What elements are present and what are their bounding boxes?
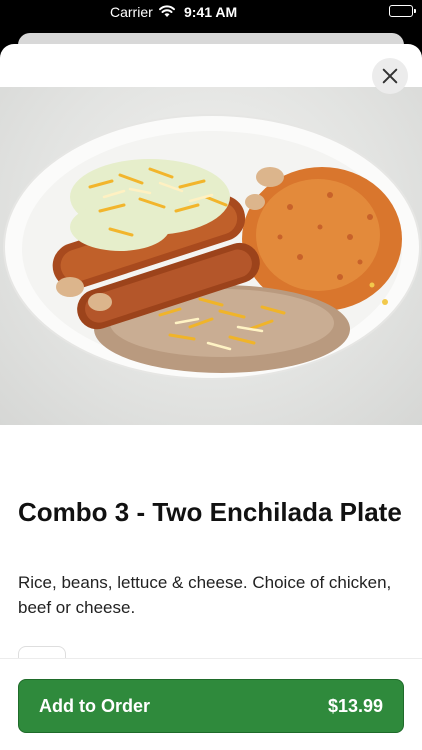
food-photo bbox=[0, 87, 422, 425]
close-button[interactable] bbox=[372, 58, 408, 94]
item-description: Rice, beans, lettuce & cheese. Choice of… bbox=[18, 573, 392, 617]
status-bar: Carrier 9:41 AM bbox=[0, 0, 422, 26]
battery-icon bbox=[389, 5, 416, 17]
close-icon bbox=[382, 68, 398, 84]
add-to-order-button[interactable]: Add to Order $13.99 bbox=[18, 679, 404, 733]
add-to-order-label: Add to Order bbox=[39, 695, 150, 716]
carrier-label: Carrier bbox=[110, 4, 153, 20]
wifi-icon bbox=[158, 4, 176, 18]
bottom-action-bar: Add to Order $13.99 bbox=[0, 658, 422, 750]
item-detail-sheet: Combo 3 - Two Enchilada Plate Rice, bean… bbox=[0, 44, 422, 750]
item-title: Combo 3 - Two Enchilada Plate bbox=[18, 497, 402, 527]
item-price: $13.99 bbox=[327, 695, 383, 716]
status-time: 9:41 AM bbox=[184, 4, 238, 20]
